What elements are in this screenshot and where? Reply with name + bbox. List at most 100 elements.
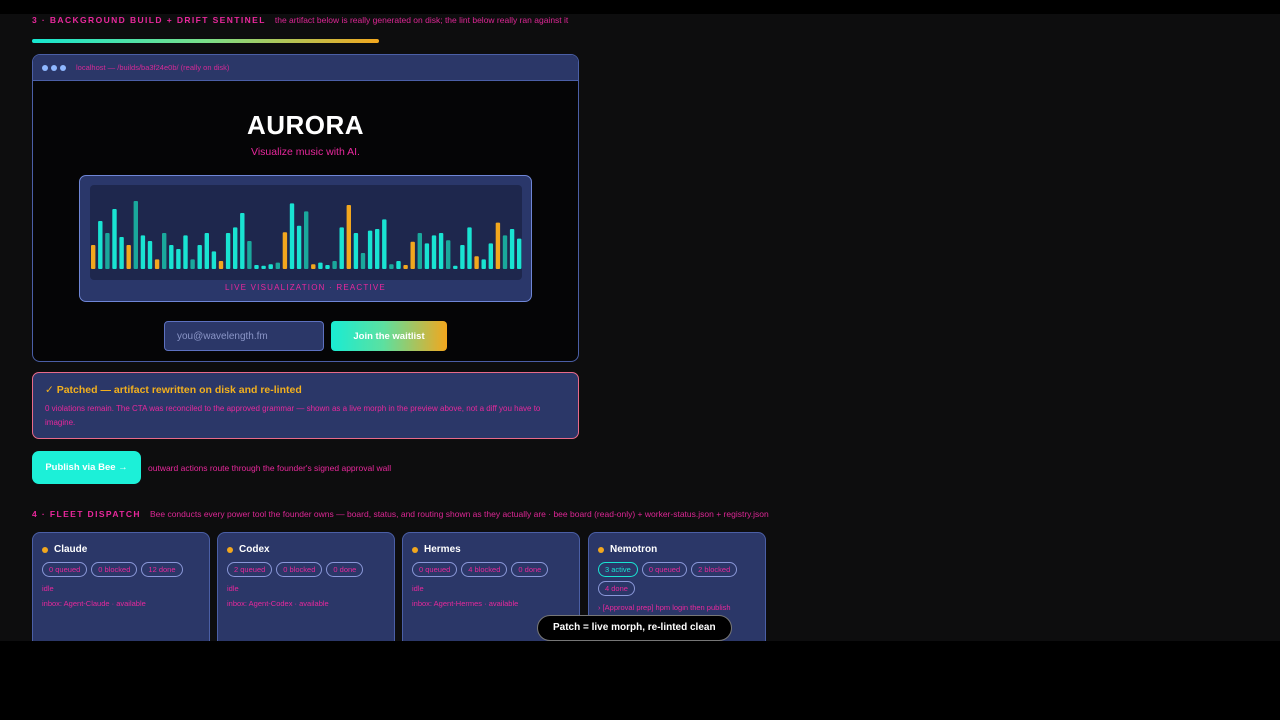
preview-browser-window: localhost — /builds/ba3f24e0b/ (really o…: [32, 54, 579, 362]
patch-status-body: 0 violations remain. The CTA was reconci…: [45, 404, 541, 427]
visualizer-bar: [311, 264, 316, 269]
visualizer-bar: [339, 227, 344, 269]
visualizer-bar: [460, 245, 465, 269]
visualizer-bar: [509, 229, 515, 269]
agent-pill-row: 0 queued 4 blocked 0 done: [412, 562, 570, 577]
visualizer-bar: [154, 259, 160, 269]
visualizer-bar: [474, 256, 479, 269]
visualizer-bar: [147, 241, 153, 269]
blocked-pill: 2 blocked: [691, 562, 738, 577]
status-dot-icon: [227, 546, 233, 553]
visualizer-bar: [495, 222, 501, 269]
done-pill: 12 done: [141, 562, 183, 577]
visualizer-bar: [467, 227, 472, 269]
section-3-title: 3 · BACKGROUND BUILD + DRIFT SENTINEL: [32, 15, 266, 25]
status-toast: Patch = live morph, re-linted clean: [537, 615, 732, 641]
agent-current-task: › [Approval prep] hpm login then publish: [598, 603, 731, 612]
agent-inbox: inbox: Agent-Claude · available: [42, 599, 146, 608]
agent-name-label: Hermes: [424, 544, 461, 555]
email-input[interactable]: [164, 321, 324, 351]
active-pill: 3 active: [598, 562, 638, 577]
agent-state: idle: [42, 584, 54, 593]
section-4-header: 4 · FLEET DISPATCH Bee conducts every po…: [32, 509, 769, 519]
queued-pill: 0 queued: [412, 562, 458, 577]
visualizer-bar: [289, 203, 295, 269]
visualizer-bar: [282, 232, 288, 269]
agent-card-claude[interactable]: Claude 0 queued 0 blocked 12 done idle i…: [32, 532, 210, 641]
visualizer-bar: [140, 235, 146, 269]
blocked-pill: 0 blocked: [91, 562, 138, 577]
agent-name: Nemotron: [598, 544, 756, 555]
visualizer-bar: [417, 233, 422, 269]
visualizer-bar: [375, 229, 380, 269]
visualizer-bar: [240, 213, 245, 269]
visualizer-bar: [396, 261, 401, 269]
visualizer-bar: [197, 245, 202, 269]
visualizer-bar: [446, 240, 451, 269]
status-dot-icon: [42, 546, 48, 553]
visualizer-bar: [233, 227, 238, 269]
visualizer-bar: [190, 259, 195, 269]
window-dot-icon: [42, 64, 48, 71]
browser-title-bar: localhost — /builds/ba3f24e0b/ (really o…: [33, 55, 578, 81]
visualizer-bar: [453, 265, 458, 269]
agent-pill-row: 2 queued 0 blocked 0 done: [227, 562, 385, 577]
visualizer-bar: [389, 264, 394, 269]
agent-pill-row: 3 active 0 queued 2 blocked 4 done: [598, 562, 748, 596]
visualizer-bar: [304, 211, 309, 269]
visualizer-bar: [382, 219, 387, 269]
agent-pill-row: 0 queued 0 blocked 12 done: [42, 562, 200, 577]
visualizer-bar: [481, 259, 486, 269]
queued-pill: 2 queued: [227, 562, 273, 577]
visualizer-bar: [183, 235, 188, 269]
visualizer-bar: [502, 235, 508, 269]
agent-card-codex[interactable]: Codex 2 queued 0 blocked 0 done idle inb…: [217, 532, 395, 641]
publish-note: outward actions route through the founde…: [148, 463, 392, 473]
visualizer-bar: [367, 230, 373, 269]
window-dot-icon: [60, 64, 66, 71]
build-progress-fill: [32, 39, 379, 43]
visualizer-bar: [410, 241, 415, 269]
done-pill: 4 done: [598, 581, 635, 596]
agent-name-label: Codex: [239, 544, 270, 555]
visualizer-bar: [488, 243, 493, 269]
visualizer-bar: [162, 233, 167, 269]
visualizer-bar: [133, 201, 138, 269]
agent-inbox: inbox: Agent-Hermes · available: [412, 599, 519, 608]
agent-name-label: Claude: [54, 544, 88, 555]
patch-status-title: ✓ Patched — artifact rewritten on disk a…: [45, 384, 302, 396]
window-dot-icon: [51, 64, 57, 71]
agent-name-label: Nemotron: [610, 544, 658, 555]
visualizer-bar: [247, 241, 252, 269]
agent-inbox: inbox: Agent-Codex · available: [227, 599, 329, 608]
visualizer-bar: [126, 245, 131, 269]
visualizer-bar: [98, 221, 103, 269]
visualizer-bar: [424, 243, 430, 269]
visualizer-bar: [332, 261, 337, 269]
section-4-subtitle: Bee conducts every power tool the founde…: [149, 509, 769, 519]
visualizer-bar: [346, 205, 351, 269]
agent-name: Claude: [42, 544, 200, 555]
publish-via-bee-button[interactable]: Publish via Bee →: [32, 451, 141, 484]
visualizer-panel: LIVE VISUALIZATION · REACTIVE: [79, 175, 532, 302]
status-dot-icon: [412, 546, 418, 553]
agent-state: idle: [227, 584, 239, 593]
visualizer-bar: [403, 265, 408, 269]
join-waitlist-button[interactable]: Join the waitlist: [331, 321, 447, 351]
hero-subtitle: Visualize music with AI.: [251, 146, 360, 158]
visualizer-bar: [169, 245, 174, 269]
status-dot-icon: [598, 546, 604, 553]
patch-status-panel: ✓ Patched — artifact rewritten on disk a…: [32, 372, 579, 439]
visualizer-bar: [318, 262, 323, 269]
visualizer-bar: [91, 245, 96, 269]
visualizer-bar: [438, 233, 444, 269]
visualizer-bar: [517, 238, 522, 269]
visualizer-bar: [112, 209, 117, 269]
visualizer-bar: [268, 264, 273, 269]
visualizer-bar: [431, 235, 437, 269]
browser-url: localhost — /builds/ba3f24e0b/ (really o…: [76, 63, 230, 72]
blocked-pill: 4 blocked: [461, 562, 508, 577]
blocked-pill: 0 blocked: [276, 562, 323, 577]
build-progress-bar: [32, 39, 379, 43]
section-3-subtitle: the artifact below is really generated o…: [274, 15, 569, 25]
